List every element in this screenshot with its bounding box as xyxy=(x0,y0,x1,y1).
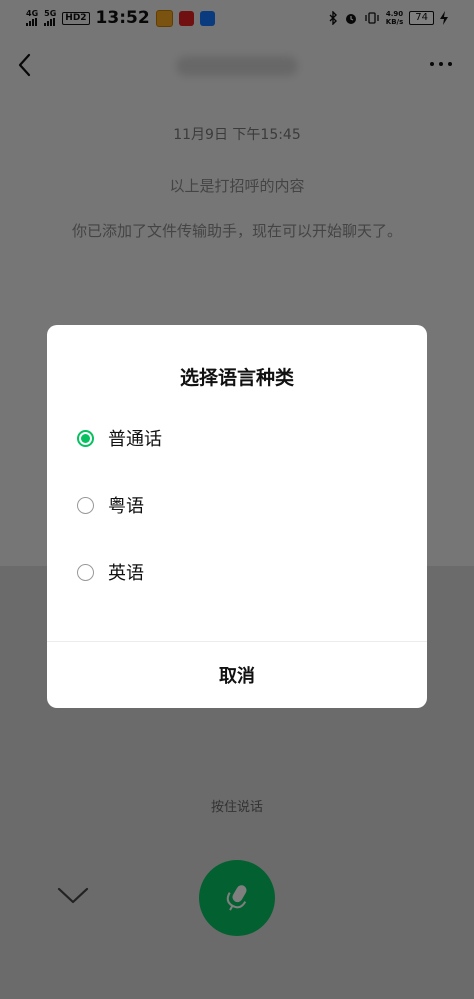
option-cantonese[interactable]: 粤语 xyxy=(77,490,144,520)
radio-unselected-icon[interactable] xyxy=(77,563,94,581)
option-label: 普通话 xyxy=(108,429,162,450)
dialog-title: 选择语言种类 xyxy=(179,367,294,389)
cancel-button[interactable]: 取消 xyxy=(47,642,427,708)
option-label: 英语 xyxy=(108,563,144,584)
radio-unselected-icon[interactable] xyxy=(77,496,94,514)
option-mandarin[interactable]: 普通话 xyxy=(77,423,162,453)
language-select-dialog: 选择语言种类 普通话 粤语 英语 取消 xyxy=(47,325,427,708)
option-label: 粤语 xyxy=(108,496,144,517)
option-english[interactable]: 英语 xyxy=(77,557,144,587)
radio-selected-icon[interactable] xyxy=(77,429,94,447)
